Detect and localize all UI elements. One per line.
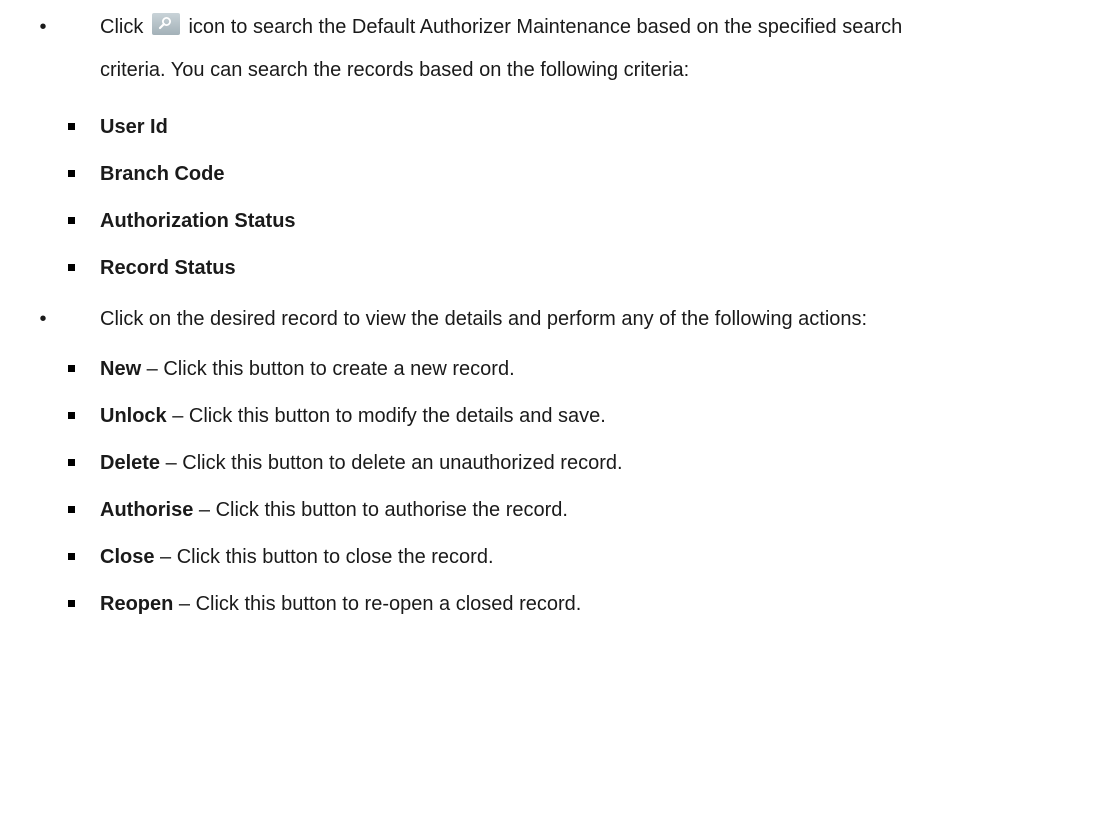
search-line-1: Click icon to search the Default Authori… xyxy=(100,10,1115,45)
action-description: – Click this button to re-open a closed … xyxy=(173,593,582,615)
action-label: Unlock xyxy=(100,405,167,427)
bullet-dot: • xyxy=(39,16,47,38)
action-label: New xyxy=(100,358,142,380)
criteria-label: Branch Code xyxy=(100,163,225,185)
action-label: Reopen xyxy=(100,593,174,615)
action-item-new: New – Click this button to create a new … xyxy=(0,346,1115,393)
action-description: – Click this button to close the record. xyxy=(154,546,494,568)
square-bullet xyxy=(68,506,75,513)
criteria-label: User Id xyxy=(100,116,168,138)
document-body: • Click icon to search the Default Autho… xyxy=(0,0,1115,628)
action-label: Close xyxy=(100,546,155,568)
action-label: Authorise xyxy=(100,499,194,521)
search-line-2: criteria. You can search the records bas… xyxy=(100,59,690,81)
actions-list: New – Click this button to create a new … xyxy=(0,346,1115,628)
action-description: – Click this button to modify the detail… xyxy=(166,405,606,427)
action-description: – Click this button to delete an unautho… xyxy=(160,452,623,474)
action-item-unlock: Unlock – Click this button to modify the… xyxy=(0,393,1115,440)
action-item-close: Close – Click this button to close the r… xyxy=(0,534,1115,581)
criteria-item: User Id xyxy=(0,104,1115,151)
criteria-item: Authorization Status xyxy=(0,198,1115,245)
action-description: – Click this button to authorise the rec… xyxy=(193,499,568,521)
action-item-reopen: Reopen – Click this button to re-open a … xyxy=(0,581,1115,628)
square-bullet xyxy=(68,600,75,607)
bullet-search: • Click icon to search the Default Autho… xyxy=(0,10,1115,88)
click-word: Click xyxy=(100,16,144,38)
bullet-dot: • xyxy=(39,308,47,330)
square-bullet xyxy=(68,264,75,271)
action-item-delete: Delete – Click this button to delete an … xyxy=(0,440,1115,487)
action-item-authorise: Authorise – Click this button to authori… xyxy=(0,487,1115,534)
search-description: icon to search the Default Authorizer Ma… xyxy=(188,16,903,38)
criteria-label: Authorization Status xyxy=(100,210,296,232)
criteria-item: Record Status xyxy=(0,245,1115,292)
search-icon xyxy=(151,13,180,35)
square-bullet xyxy=(68,459,75,466)
square-bullet xyxy=(68,217,75,224)
criteria-item: Branch Code xyxy=(0,151,1115,198)
action-label: Delete xyxy=(100,452,161,474)
criteria-label: Record Status xyxy=(100,257,236,279)
square-bullet xyxy=(68,553,75,560)
bullet-actions: • Click on the desired record to view th… xyxy=(0,302,1115,337)
square-bullet xyxy=(68,123,75,130)
square-bullet xyxy=(68,412,75,419)
actions-intro: Click on the desired record to view the … xyxy=(100,308,868,330)
criteria-list: User Id Branch Code Authorization Status… xyxy=(0,104,1115,292)
square-bullet xyxy=(68,170,75,177)
square-bullet xyxy=(68,365,75,372)
action-description: – Click this button to create a new reco… xyxy=(141,358,515,380)
